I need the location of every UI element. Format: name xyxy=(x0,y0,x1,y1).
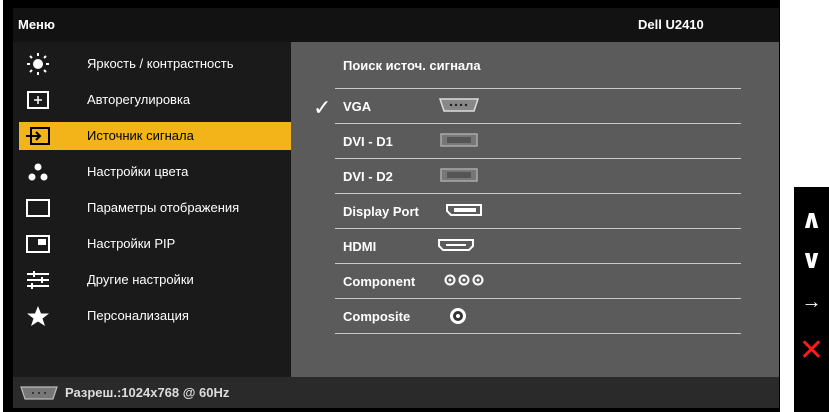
osd-frame: Меню Dell U2410 Яркость / контрастность … xyxy=(3,0,780,412)
source-row-displayport[interactable]: Display Port xyxy=(335,194,741,229)
other-settings-icon xyxy=(25,269,51,291)
component-connector-icon xyxy=(443,272,485,291)
close-icon: ✕ xyxy=(798,333,825,367)
source-row-composite[interactable]: Composite xyxy=(335,299,741,334)
menu-item-label: Персонализация xyxy=(87,308,189,323)
auto-select-label: Поиск источ. сигнала xyxy=(343,58,481,73)
menu-item-other-settings[interactable]: Другие настройки xyxy=(19,266,291,294)
auto-adjust-icon xyxy=(25,89,51,111)
display-settings-icon xyxy=(25,197,51,219)
status-bar: Разреш.:1024x768 @ 60Hz xyxy=(13,377,779,408)
vga-connector-icon xyxy=(19,386,59,403)
source-label: Display Port xyxy=(343,204,419,219)
source-label: Composite xyxy=(343,309,411,324)
vga-connector-icon xyxy=(437,97,481,116)
source-label: VGA xyxy=(343,99,372,114)
source-row-hdmi[interactable]: HDMI xyxy=(335,229,741,264)
menu-item-label: Другие настройки xyxy=(87,272,194,287)
up-button[interactable]: ∧ xyxy=(794,199,829,239)
main-menu: Яркость / контрастность Авторегулировка … xyxy=(13,42,291,377)
enter-button[interactable]: → xyxy=(794,282,829,322)
menu-item-label: Настройки PIP xyxy=(87,236,176,251)
input-source-icon xyxy=(25,125,51,147)
up-arrow-icon: ∧ xyxy=(800,203,823,234)
source-label: DVI - D1 xyxy=(343,134,393,149)
hdmi-connector-icon xyxy=(437,237,475,256)
menu-item-personalize[interactable]: Персонализация xyxy=(19,302,291,330)
menu-item-input-source[interactable]: Источник сигнала xyxy=(19,122,291,150)
source-row-vga[interactable]: ✓ VGA xyxy=(313,89,741,124)
exit-button[interactable]: ✕ xyxy=(794,330,829,370)
menu-title: Меню xyxy=(18,17,56,32)
star-icon xyxy=(25,305,51,327)
source-label: HDMI xyxy=(343,239,377,254)
monitor-buttons: ∧ ∨ → ✕ xyxy=(794,187,829,412)
menu-item-label: Яркость / контрастность xyxy=(87,56,234,71)
right-arrow-icon: → xyxy=(801,290,822,313)
menu-item-label: Настройки цвета xyxy=(87,164,189,179)
menu-item-label: Параметры отображения xyxy=(87,200,240,215)
menu-item-label: Авторегулировка xyxy=(87,92,191,107)
pip-icon xyxy=(25,233,51,255)
menu-item-label: Источник сигнала xyxy=(87,128,194,143)
menu-item-auto-adjust[interactable]: Авторегулировка xyxy=(19,86,291,114)
brightness-icon xyxy=(25,53,51,75)
menu-item-display-settings[interactable]: Параметры отображения xyxy=(19,194,291,222)
check-icon: ✓ xyxy=(313,95,332,120)
osd-topbar: Меню Dell U2410 xyxy=(13,8,779,42)
dvi-connector-icon xyxy=(437,132,481,151)
menu-item-color-settings[interactable]: Настройки цвета xyxy=(19,158,291,186)
source-row-dvi-d1[interactable]: DVI - D1 xyxy=(335,124,741,159)
down-button[interactable]: ∨ xyxy=(794,239,829,279)
color-settings-icon xyxy=(25,161,51,183)
displayport-connector-icon xyxy=(445,202,483,221)
monitor-model: Dell U2410 xyxy=(638,17,704,32)
source-label: DVI - D2 xyxy=(343,169,393,184)
dvi-connector-icon xyxy=(437,167,481,186)
input-source-panel: Поиск источ. сигнала ✓ VGA DVI - D1 DVI … xyxy=(291,42,779,377)
osd-menu: Меню Dell U2410 Яркость / контрастность … xyxy=(13,8,779,408)
composite-connector-icon xyxy=(449,307,467,328)
menu-item-brightness[interactable]: Яркость / контрастность xyxy=(19,50,291,78)
down-arrow-icon: ∨ xyxy=(800,243,823,274)
resolution-text: Разреш.:1024x768 @ 60Hz xyxy=(65,385,230,400)
menu-item-pip[interactable]: Настройки PIP xyxy=(19,230,291,258)
auto-select-row[interactable]: Поиск источ. сигнала xyxy=(335,42,741,89)
source-label: Component xyxy=(343,274,416,289)
source-row-dvi-d2[interactable]: DVI - D2 xyxy=(335,159,741,194)
source-row-component[interactable]: Component xyxy=(335,264,741,299)
